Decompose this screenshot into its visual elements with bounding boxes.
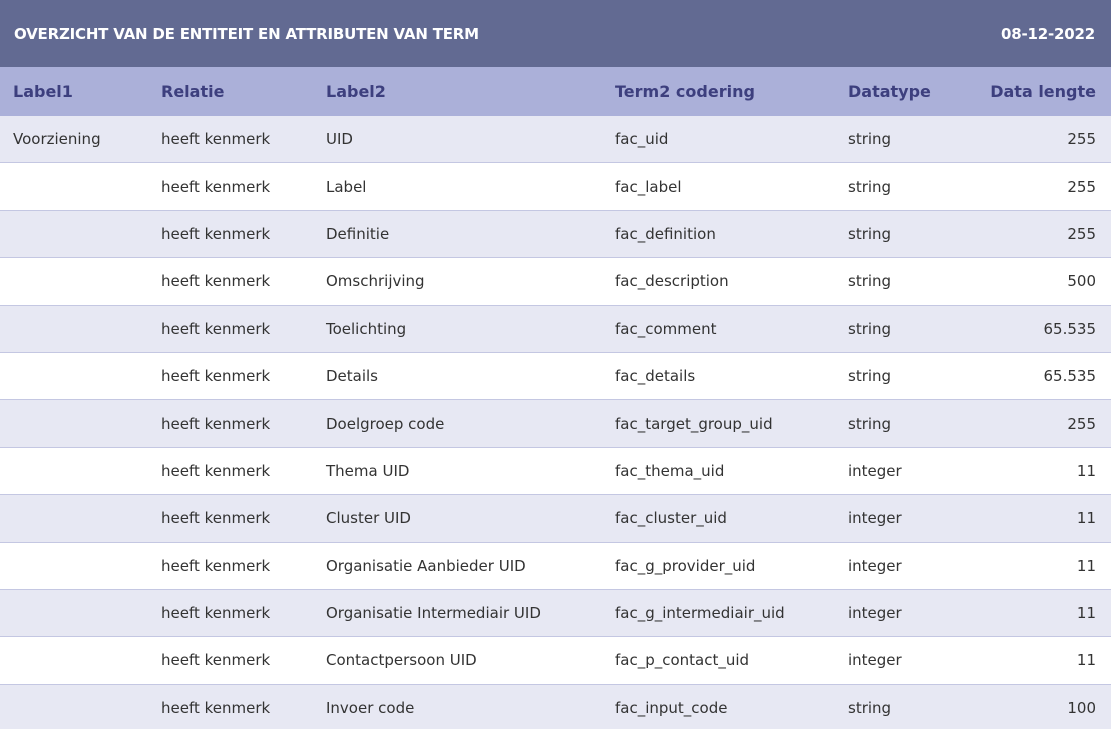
report-title-bar: OVERZICHT VAN DE ENTITEIT EN ATTRIBUTEN … (0, 0, 1111, 67)
cell-data-lengte: 11 (1076, 604, 1096, 623)
cell-term2-codering: fac_label (615, 177, 682, 196)
cell-datatype: string (848, 319, 892, 338)
cell-relatie: heeft kenmerk (161, 130, 271, 149)
cell-datatype: string (848, 224, 892, 243)
cell-data-lengte: 255 (1067, 130, 1096, 149)
cell-relatie: heeft kenmerk (161, 177, 271, 196)
cell-term2-codering: fac_cluster_uid (615, 509, 727, 528)
cell-term2-codering: fac_definition (615, 224, 716, 243)
cell-label2: Toelichting (326, 319, 407, 338)
table-header-row: Label1 Relatie Label2 Term2 codering Dat… (0, 67, 1111, 116)
cell-datatype: string (848, 130, 892, 149)
attributes-table: Label1 Relatie Label2 Term2 codering Dat… (0, 67, 1111, 729)
cell-relatie: heeft kenmerk (161, 224, 271, 243)
cell-datatype: integer (848, 509, 902, 528)
cell-datatype: string (848, 414, 892, 433)
table-row: heeft kenmerk Details fac_details string… (0, 352, 1111, 401)
table-row: heeft kenmerk Definitie fac_definition s… (0, 210, 1111, 259)
table-row: heeft kenmerk Doelgroep code fac_target_… (0, 400, 1111, 448)
cell-relatie: heeft kenmerk (161, 272, 271, 291)
cell-label1: Voorziening (13, 130, 101, 149)
cell-term2-codering: fac_comment (615, 319, 717, 338)
cell-data-lengte: 11 (1076, 651, 1096, 670)
cell-term2-codering: fac_g_provider_uid (615, 556, 756, 575)
cell-relatie: heeft kenmerk (161, 461, 271, 480)
cell-label2: Cluster UID (326, 509, 411, 528)
cell-term2-codering: fac_thema_uid (615, 461, 725, 480)
cell-data-lengte: 255 (1067, 414, 1096, 433)
cell-data-lengte: 500 (1067, 272, 1096, 291)
cell-data-lengte: 11 (1076, 556, 1096, 575)
cell-data-lengte: 65.535 (1043, 319, 1097, 338)
cell-data-lengte: 11 (1076, 509, 1096, 528)
cell-relatie: heeft kenmerk (161, 319, 271, 338)
cell-term2-codering: fac_target_group_uid (615, 414, 773, 433)
cell-term2-codering: fac_details (615, 367, 696, 386)
cell-term2-codering: fac_g_intermediair_uid (615, 604, 785, 623)
cell-label2: Details (326, 367, 379, 386)
column-header-term2-codering: Term2 codering (615, 82, 755, 101)
cell-label2: Definitie (326, 224, 390, 243)
cell-term2-codering: fac_uid (615, 130, 669, 149)
table-row: heeft kenmerk Organisatie Aanbieder UID … (0, 542, 1111, 590)
cell-datatype: string (848, 698, 892, 717)
column-header-data-lengte: Data lengte (990, 82, 1096, 101)
cell-datatype: integer (848, 651, 902, 670)
cell-term2-codering: fac_description (615, 272, 729, 291)
cell-relatie: heeft kenmerk (161, 698, 271, 717)
table-row: heeft kenmerk Cluster UID fac_cluster_ui… (0, 495, 1111, 543)
table-row: Voorziening heeft kenmerk UID fac_uid st… (0, 116, 1111, 164)
column-header-relatie: Relatie (161, 82, 225, 101)
table-row: heeft kenmerk Label fac_label string 255 (0, 163, 1111, 211)
cell-data-lengte: 100 (1067, 698, 1096, 717)
cell-datatype: string (848, 177, 892, 196)
table-row: heeft kenmerk Contactpersoon UID fac_p_c… (0, 637, 1111, 685)
cell-data-lengte: 65.535 (1043, 367, 1097, 386)
cell-relatie: heeft kenmerk (161, 556, 271, 575)
cell-relatie: heeft kenmerk (161, 367, 271, 386)
cell-datatype: string (848, 272, 892, 291)
cell-data-lengte: 11 (1076, 461, 1096, 480)
cell-relatie: heeft kenmerk (161, 604, 271, 623)
cell-datatype: integer (848, 556, 902, 575)
cell-datatype: integer (848, 604, 902, 623)
table-row: heeft kenmerk Thema UID fac_thema_uid in… (0, 447, 1111, 496)
cell-label2: Doelgroep code (326, 414, 445, 433)
cell-label2: Invoer code (326, 698, 415, 717)
cell-label2: Organisatie Intermediair UID (326, 604, 541, 623)
cell-label2: Label (326, 177, 367, 196)
column-header-datatype: Datatype (848, 82, 931, 101)
table-row: heeft kenmerk Invoer code fac_input_code… (0, 684, 1111, 729)
cell-label2: UID (326, 130, 353, 149)
column-header-label1: Label1 (13, 82, 73, 101)
cell-label2: Thema UID (326, 461, 410, 480)
table-row: heeft kenmerk Toelichting fac_comment st… (0, 305, 1111, 353)
cell-label2: Organisatie Aanbieder UID (326, 556, 526, 575)
cell-label2: Contactpersoon UID (326, 651, 477, 670)
column-header-label2: Label2 (326, 82, 386, 101)
cell-relatie: heeft kenmerk (161, 509, 271, 528)
cell-relatie: heeft kenmerk (161, 651, 271, 670)
cell-data-lengte: 255 (1067, 177, 1096, 196)
cell-term2-codering: fac_input_code (615, 698, 728, 717)
table-row: heeft kenmerk Omschrijving fac_descripti… (0, 258, 1111, 306)
table-row: heeft kenmerk Organisatie Intermediair U… (0, 589, 1111, 638)
cell-relatie: heeft kenmerk (161, 414, 271, 433)
cell-term2-codering: fac_p_contact_uid (615, 651, 750, 670)
cell-datatype: string (848, 367, 892, 386)
report-title: OVERZICHT VAN DE ENTITEIT EN ATTRIBUTEN … (14, 24, 479, 43)
report-date: 08-12-2022 (1001, 24, 1095, 43)
cell-label2: Omschrijving (326, 272, 425, 291)
cell-data-lengte: 255 (1067, 224, 1096, 243)
cell-datatype: integer (848, 461, 902, 480)
report-page: OVERZICHT VAN DE ENTITEIT EN ATTRIBUTEN … (0, 0, 1111, 729)
